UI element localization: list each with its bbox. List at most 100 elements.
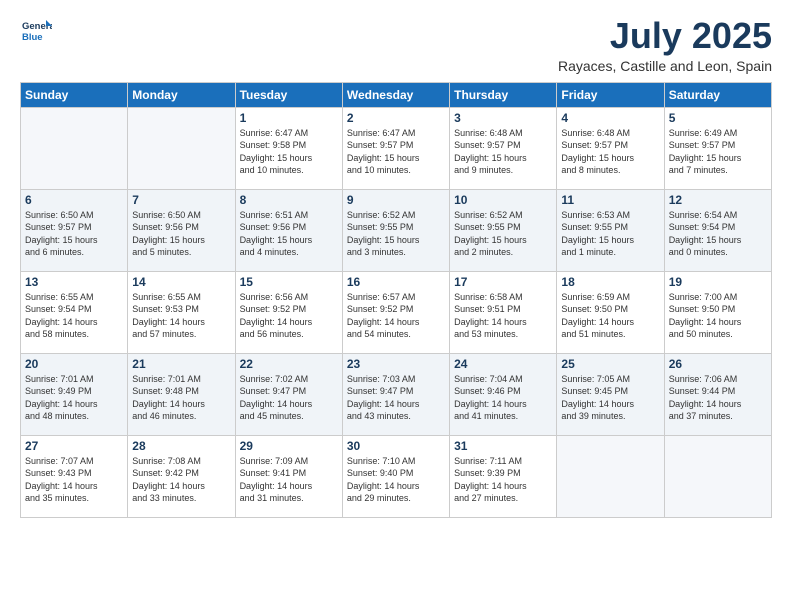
month-title: July 2025: [558, 16, 772, 56]
week-row-5: 27 Sunrise: 7:07 AMSunset: 9:43 PMDayligh…: [21, 435, 772, 517]
table-row: 22 Sunrise: 7:02 AMSunset: 9:47 PMDayligh…: [235, 353, 342, 435]
table-row: 9 Sunrise: 6:52 AMSunset: 9:55 PMDaylight…: [342, 189, 449, 271]
day-number: 26: [669, 357, 767, 371]
day-info: Sunrise: 7:01 AMSunset: 9:48 PMDaylight:…: [132, 373, 230, 423]
day-number: 16: [347, 275, 445, 289]
table-row: [557, 435, 664, 517]
day-number: 1: [240, 111, 338, 125]
day-number: 2: [347, 111, 445, 125]
day-info: Sunrise: 7:02 AMSunset: 9:47 PMDaylight:…: [240, 373, 338, 423]
day-number: 31: [454, 439, 552, 453]
table-row: 1Sunrise: 6:47 AMSunset: 9:58 PMDaylight…: [235, 107, 342, 189]
day-info: Sunrise: 7:06 AMSunset: 9:44 PMDaylight:…: [669, 373, 767, 423]
day-info: Sunrise: 7:03 AMSunset: 9:47 PMDaylight:…: [347, 373, 445, 423]
table-row: 23 Sunrise: 7:03 AMSunset: 9:47 PMDayligh…: [342, 353, 449, 435]
logo-graphic: General Blue: [20, 16, 52, 48]
day-number: 12: [669, 193, 767, 207]
table-row: 28Sunrise: 7:08 AMSunset: 9:42 PMDayligh…: [128, 435, 235, 517]
col-monday: Monday: [128, 82, 235, 107]
week-row-1: 1Sunrise: 6:47 AMSunset: 9:58 PMDaylight…: [21, 107, 772, 189]
day-number: 4: [561, 111, 659, 125]
day-number: 27: [25, 439, 123, 453]
day-info: Sunrise: 6:58 AMSunset: 9:51 PMDaylight:…: [454, 291, 552, 341]
table-row: [128, 107, 235, 189]
col-friday: Friday: [557, 82, 664, 107]
day-info: Sunrise: 7:07 AMSunset: 9:43 PMDaylight:…: [25, 455, 123, 505]
table-row: 20Sunrise: 7:01 AMSunset: 9:49 PMDayligh…: [21, 353, 128, 435]
day-number: 25: [561, 357, 659, 371]
day-number: 24: [454, 357, 552, 371]
table-row: 3 Sunrise: 6:48 AMSunset: 9:57 PMDaylight…: [450, 107, 557, 189]
table-row: 2 Sunrise: 6:47 AMSunset: 9:57 PMDaylight…: [342, 107, 449, 189]
day-info: Sunrise: 6:50 AMSunset: 9:57 PMDaylight:…: [25, 209, 123, 259]
day-info: Sunrise: 6:53 AMSunset: 9:55 PMDaylight:…: [561, 209, 659, 259]
col-wednesday: Wednesday: [342, 82, 449, 107]
col-tuesday: Tuesday: [235, 82, 342, 107]
day-number: 11: [561, 193, 659, 207]
day-info: Sunrise: 6:52 AMSunset: 9:55 PMDaylight:…: [347, 209, 445, 259]
day-number: 21: [132, 357, 230, 371]
week-row-4: 20Sunrise: 7:01 AMSunset: 9:49 PMDayligh…: [21, 353, 772, 435]
day-number: 9: [347, 193, 445, 207]
day-number: 29: [240, 439, 338, 453]
page-header: General Blue July 2025 Rayaces, Castille…: [20, 16, 772, 74]
day-info: Sunrise: 6:48 AMSunset: 9:57 PMDaylight:…: [561, 127, 659, 177]
col-sunday: Sunday: [21, 82, 128, 107]
day-info: Sunrise: 6:48 AMSunset: 9:57 PMDaylight:…: [454, 127, 552, 177]
table-row: 15Sunrise: 6:56 AMSunset: 9:52 PMDayligh…: [235, 271, 342, 353]
table-row: 18 Sunrise: 6:59 AMSunset: 9:50 PMDayligh…: [557, 271, 664, 353]
table-row: 30 Sunrise: 7:10 AMSunset: 9:40 PMDayligh…: [342, 435, 449, 517]
day-number: 8: [240, 193, 338, 207]
calendar: Sunday Monday Tuesday Wednesday Thursday…: [20, 82, 772, 518]
week-row-3: 13Sunrise: 6:55 AMSunset: 9:54 PMDayligh…: [21, 271, 772, 353]
table-row: 26 Sunrise: 7:06 AMSunset: 9:44 PMDayligh…: [664, 353, 771, 435]
day-number: 30: [347, 439, 445, 453]
col-thursday: Thursday: [450, 82, 557, 107]
table-row: 24 Sunrise: 7:04 AMSunset: 9:46 PMDayligh…: [450, 353, 557, 435]
week-row-2: 6 Sunrise: 6:50 AMSunset: 9:57 PMDaylight…: [21, 189, 772, 271]
day-info: Sunrise: 7:00 AMSunset: 9:50 PMDaylight:…: [669, 291, 767, 341]
table-row: 4 Sunrise: 6:48 AMSunset: 9:57 PMDaylight…: [557, 107, 664, 189]
table-row: 5Sunrise: 6:49 AMSunset: 9:57 PMDaylight…: [664, 107, 771, 189]
day-number: 7: [132, 193, 230, 207]
day-info: Sunrise: 6:57 AMSunset: 9:52 PMDaylight:…: [347, 291, 445, 341]
day-number: 13: [25, 275, 123, 289]
svg-text:Blue: Blue: [22, 32, 43, 43]
day-number: 5: [669, 111, 767, 125]
day-info: Sunrise: 6:47 AMSunset: 9:57 PMDaylight:…: [347, 127, 445, 177]
day-number: 3: [454, 111, 552, 125]
day-number: 22: [240, 357, 338, 371]
day-info: Sunrise: 7:04 AMSunset: 9:46 PMDaylight:…: [454, 373, 552, 423]
day-info: Sunrise: 7:10 AMSunset: 9:40 PMDaylight:…: [347, 455, 445, 505]
table-row: 12 Sunrise: 6:54 AMSunset: 9:54 PMDayligh…: [664, 189, 771, 271]
day-info: Sunrise: 7:05 AMSunset: 9:45 PMDaylight:…: [561, 373, 659, 423]
table-row: 25 Sunrise: 7:05 AMSunset: 9:45 PMDayligh…: [557, 353, 664, 435]
table-row: 29 Sunrise: 7:09 AMSunset: 9:41 PMDayligh…: [235, 435, 342, 517]
title-block: July 2025 Rayaces, Castille and Leon, Sp…: [558, 16, 772, 74]
day-number: 10: [454, 193, 552, 207]
location: Rayaces, Castille and Leon, Spain: [558, 58, 772, 74]
table-row: 7Sunrise: 6:50 AMSunset: 9:56 PMDaylight…: [128, 189, 235, 271]
table-row: 10Sunrise: 6:52 AMSunset: 9:55 PMDayligh…: [450, 189, 557, 271]
table-row: 31Sunrise: 7:11 AMSunset: 9:39 PMDayligh…: [450, 435, 557, 517]
day-info: Sunrise: 6:54 AMSunset: 9:54 PMDaylight:…: [669, 209, 767, 259]
day-info: Sunrise: 6:56 AMSunset: 9:52 PMDaylight:…: [240, 291, 338, 341]
table-row: 21 Sunrise: 7:01 AMSunset: 9:48 PMDayligh…: [128, 353, 235, 435]
table-row: 14Sunrise: 6:55 AMSunset: 9:53 PMDayligh…: [128, 271, 235, 353]
day-number: 17: [454, 275, 552, 289]
table-row: 13Sunrise: 6:55 AMSunset: 9:54 PMDayligh…: [21, 271, 128, 353]
day-info: Sunrise: 6:51 AMSunset: 9:56 PMDaylight:…: [240, 209, 338, 259]
day-number: 23: [347, 357, 445, 371]
day-info: Sunrise: 7:08 AMSunset: 9:42 PMDaylight:…: [132, 455, 230, 505]
table-row: 27 Sunrise: 7:07 AMSunset: 9:43 PMDayligh…: [21, 435, 128, 517]
table-row: 8 Sunrise: 6:51 AMSunset: 9:56 PMDaylight…: [235, 189, 342, 271]
day-info: Sunrise: 6:59 AMSunset: 9:50 PMDaylight:…: [561, 291, 659, 341]
day-number: 6: [25, 193, 123, 207]
table-row: 19Sunrise: 7:00 AMSunset: 9:50 PMDayligh…: [664, 271, 771, 353]
day-info: Sunrise: 7:09 AMSunset: 9:41 PMDaylight:…: [240, 455, 338, 505]
table-row: 16 Sunrise: 6:57 AMSunset: 9:52 PMDayligh…: [342, 271, 449, 353]
day-number: 18: [561, 275, 659, 289]
table-row: 17 Sunrise: 6:58 AMSunset: 9:51 PMDayligh…: [450, 271, 557, 353]
day-info: Sunrise: 6:55 AMSunset: 9:53 PMDaylight:…: [132, 291, 230, 341]
day-number: 20: [25, 357, 123, 371]
